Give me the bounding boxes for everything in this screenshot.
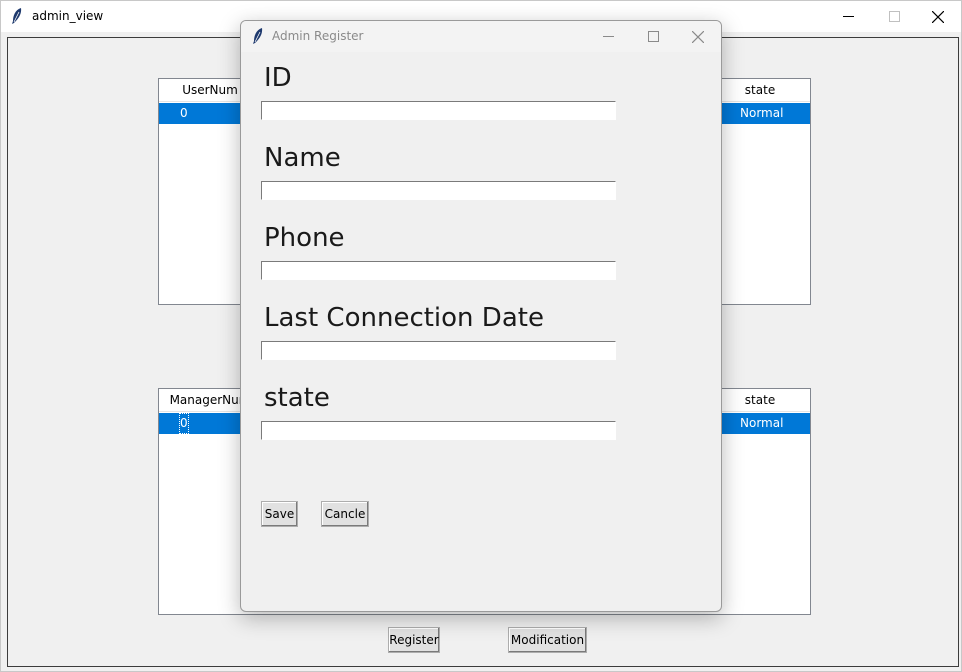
dialog-close-button[interactable] — [675, 21, 721, 52]
dialog-minimize-button[interactable] — [585, 21, 631, 52]
label-phone: Phone — [264, 223, 345, 253]
cell-managernum: 0 — [179, 413, 189, 434]
name-field[interactable] — [261, 181, 616, 200]
close-button[interactable] — [915, 1, 961, 32]
dialog-titlebar[interactable]: Admin Register — [241, 21, 721, 52]
feather-icon — [253, 28, 263, 44]
state-field[interactable] — [261, 421, 616, 440]
phone-field[interactable] — [261, 261, 616, 280]
column-header-state[interactable]: state — [719, 79, 801, 102]
label-last-connection-date: Last Connection Date — [264, 303, 544, 333]
dialog-maximize-button[interactable] — [630, 21, 676, 52]
save-button[interactable]: Save — [261, 501, 298, 527]
maximize-icon — [888, 11, 900, 22]
minimize-button[interactable] — [825, 1, 871, 32]
register-button[interactable]: Register — [388, 627, 440, 653]
admin-register-dialog: Admin Register ID Name Phone Last Connec… — [240, 20, 722, 612]
label-name: Name — [264, 143, 341, 173]
label-id: ID — [264, 63, 292, 93]
dialog-title: Admin Register — [272, 29, 364, 43]
maximize-button[interactable] — [871, 1, 917, 32]
maximize-icon — [647, 31, 659, 42]
minimize-icon — [602, 36, 614, 37]
column-header-state[interactable]: state — [719, 389, 801, 412]
cancel-button[interactable]: Cancle — [321, 501, 369, 527]
last-connection-date-field[interactable] — [261, 341, 616, 360]
label-state: state — [264, 383, 330, 413]
id-field[interactable] — [261, 101, 616, 120]
close-icon — [932, 10, 944, 23]
cell-state: Normal — [740, 416, 784, 430]
cell-usernum: 0 — [180, 106, 188, 120]
feather-icon — [12, 8, 22, 24]
minimize-icon — [842, 16, 854, 17]
modification-button[interactable]: Modification — [508, 627, 587, 653]
close-icon — [692, 30, 704, 43]
main-window-title: admin_view — [32, 9, 104, 23]
cell-state: Normal — [740, 106, 784, 120]
